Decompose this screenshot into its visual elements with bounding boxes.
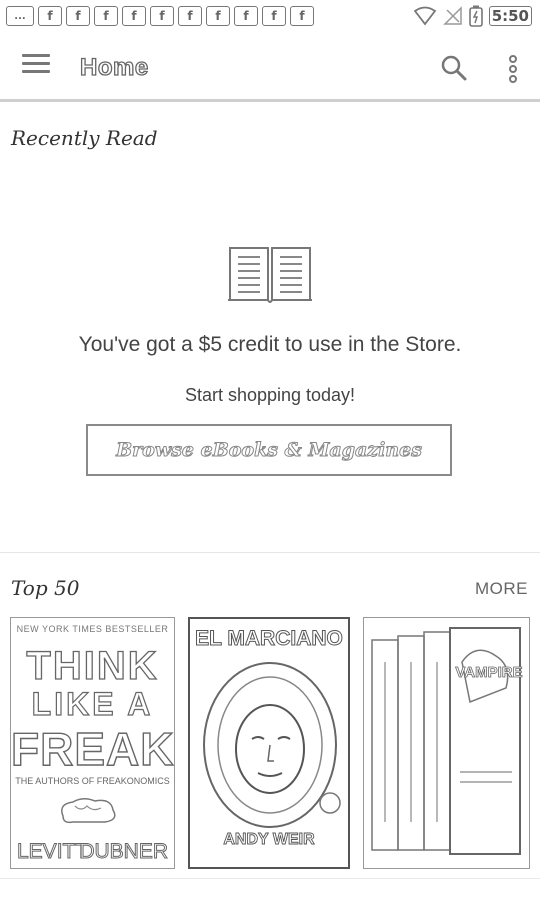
status-bar-right: 5:50 [413, 5, 532, 27]
book-cover-think-like-a-freak[interactable]: NEW YORK TIMES BESTSELLER THINK LIKE A F… [10, 617, 175, 869]
open-book-icon [228, 247, 312, 303]
cover-author: ANDY WEIR [223, 831, 315, 849]
astronaut-face-illustration-icon [203, 662, 341, 828]
facebook-notification-icon: f [262, 6, 286, 26]
notification-more-icon: ... [6, 6, 34, 26]
top-50-heading: Top 50 [11, 576, 80, 600]
browse-ebooks-button[interactable]: Browse eBooks & Magazines [86, 424, 452, 476]
cover-author: DUBNER [79, 840, 169, 864]
overflow-menu-icon[interactable] [506, 54, 520, 84]
more-link[interactable]: MORE [475, 579, 528, 599]
facebook-notification-icon: f [150, 6, 174, 26]
cover-title: EL MARCIANO [195, 627, 344, 651]
page-title: Home [79, 53, 149, 81]
battery-icon [468, 5, 483, 27]
cover-title-line: LIKE A [31, 685, 154, 722]
cover-title-line: THINK [26, 643, 159, 688]
brain-illustration-icon [61, 798, 116, 824]
browse-button-label: Browse eBooks & Magazines [116, 439, 423, 462]
cover-banner: NEW YORK TIMES BESTSELLER [16, 624, 169, 634]
status-bar: ... f f f f f f f f f f 5:50 [0, 0, 540, 32]
facebook-notification-icon: f [66, 6, 90, 26]
facebook-notification-icon: f [38, 6, 62, 26]
facebook-notification-icon: f [206, 6, 230, 26]
facebook-notification-icon: f [234, 6, 258, 26]
search-icon[interactable] [440, 54, 468, 82]
facebook-notification-icon: f [290, 6, 314, 26]
book-carousel: NEW YORK TIMES BESTSELLER THINK LIKE A F… [10, 617, 540, 873]
cover-title-line: FREAK [11, 722, 175, 775]
facebook-notification-icon: f [178, 6, 202, 26]
recently-read-heading: Recently Read [11, 126, 158, 150]
store-credit-message: You've got a $5 credit to use in the Sto… [78, 333, 462, 356]
book-cover-box-set[interactable]: VAMPIRE [363, 617, 530, 869]
cover-title: VAMPIRE [455, 664, 523, 682]
bottom-divider [0, 878, 540, 879]
book-cover-el-marciano[interactable]: EL MARCIANO ANDY WEIR [188, 617, 350, 869]
section-divider [0, 552, 540, 553]
start-shopping-text: Start shopping today! [184, 385, 356, 405]
cover-subtitle: THE AUTHORS OF FREAKONOMICS [15, 776, 170, 786]
hamburger-menu-icon[interactable] [22, 54, 50, 80]
no-signal-icon [442, 6, 462, 25]
app-bar: Home [0, 32, 540, 102]
notification-icons: ... f f f f f f f f f f [6, 6, 314, 26]
box-set-illustration-icon [371, 627, 521, 855]
facebook-notification-icon: f [94, 6, 118, 26]
wifi-icon [413, 6, 436, 26]
facebook-notification-icon: f [122, 6, 146, 26]
cover-author: LEVITT [16, 840, 89, 864]
clock-time: 5:50 [488, 6, 532, 26]
